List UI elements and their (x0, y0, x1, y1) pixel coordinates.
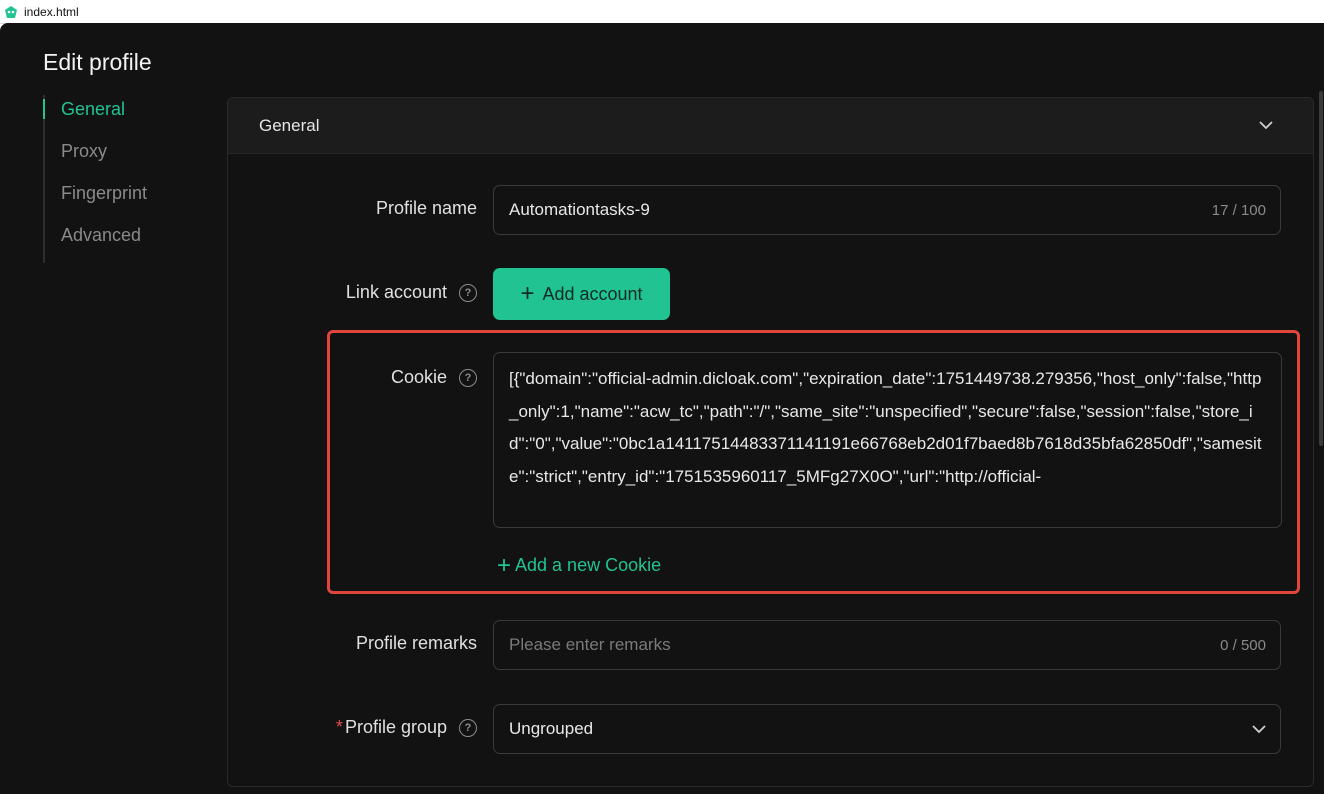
profile-remarks-placeholder: Please enter remarks (509, 635, 671, 654)
profile-remarks-label: Profile remarks (356, 633, 477, 654)
side-nav: General Proxy Fingerprint Advanced (43, 95, 205, 263)
link-account-row: Link account ? + Add account (228, 268, 1313, 320)
panel-header[interactable]: General (228, 98, 1313, 154)
plus-icon: + (520, 280, 535, 307)
profile-name-counter: 17 / 100 (1211, 201, 1266, 219)
nav-item-proxy[interactable]: Proxy (45, 137, 205, 179)
plus-icon: + (497, 551, 512, 579)
nav-item-general[interactable]: General (43, 95, 205, 137)
profile-remarks-row: Profile remarks Please enter remarks 0 /… (228, 620, 1313, 672)
cookie-textarea[interactable]: [{"domain":"official-admin.dicloak.com",… (493, 352, 1282, 528)
app-window: Edit profile General Proxy Fingerprint A… (0, 23, 1324, 794)
cookie-label: Cookie ? (391, 367, 477, 388)
question-icon[interactable]: ? (459, 718, 477, 737)
profile-group-value: Ungrouped (509, 719, 594, 738)
scrollbar-thumb[interactable] (1319, 91, 1323, 446)
cookie-value: [{"domain":"official-admin.dicloak.com",… (509, 369, 1262, 486)
nav-item-advanced[interactable]: Advanced (45, 221, 205, 263)
page-title: Edit profile (43, 49, 152, 75)
profile-remarks-input[interactable]: Please enter remarks 0 / 500 (493, 620, 1281, 670)
app-logo-icon (3, 4, 19, 20)
link-account-label: Link account ? (346, 282, 477, 303)
add-account-button[interactable]: + Add account (493, 268, 670, 320)
required-mark: * (335, 717, 343, 737)
window-title: index.html (24, 4, 79, 19)
chevron-down-icon[interactable] (1259, 119, 1273, 133)
profile-group-row: * Profile group ? Ungrouped (228, 704, 1313, 756)
panel-header-title: General (259, 115, 320, 135)
profile-group-select[interactable]: Ungrouped (493, 704, 1281, 754)
profile-name-label: Profile name (376, 198, 477, 219)
profile-name-label-text: Profile name (375, 198, 477, 218)
cookie-label-text: Cookie (390, 367, 447, 387)
profile-group-label: * Profile group ? (336, 717, 477, 738)
add-account-label: Add account (542, 283, 643, 304)
question-icon[interactable]: ? (459, 283, 477, 302)
window-titlebar: index.html (0, 0, 1324, 24)
profile-name-row: Profile name Automationtasks-9 17 / 100 (228, 185, 1313, 237)
profile-name-input[interactable]: Automationtasks-9 17 / 100 (493, 185, 1281, 235)
question-icon[interactable]: ? (459, 368, 477, 387)
general-panel: General Profile name Automationtasks-9 1… (227, 97, 1314, 787)
link-account-label-text: Link account (345, 282, 447, 302)
add-cookie-button[interactable]: + Add a new Cookie (497, 551, 662, 579)
add-cookie-label: Add a new Cookie (515, 555, 662, 575)
nav-item-fingerprint[interactable]: Fingerprint (45, 179, 205, 221)
profile-group-label-text: Profile group (344, 717, 447, 737)
profile-remarks-counter: 0 / 500 (1220, 636, 1266, 654)
profile-name-value: Automationtasks-9 (509, 200, 650, 219)
chevron-down-icon (1252, 722, 1266, 736)
profile-remarks-label-text: Profile remarks (355, 633, 477, 653)
